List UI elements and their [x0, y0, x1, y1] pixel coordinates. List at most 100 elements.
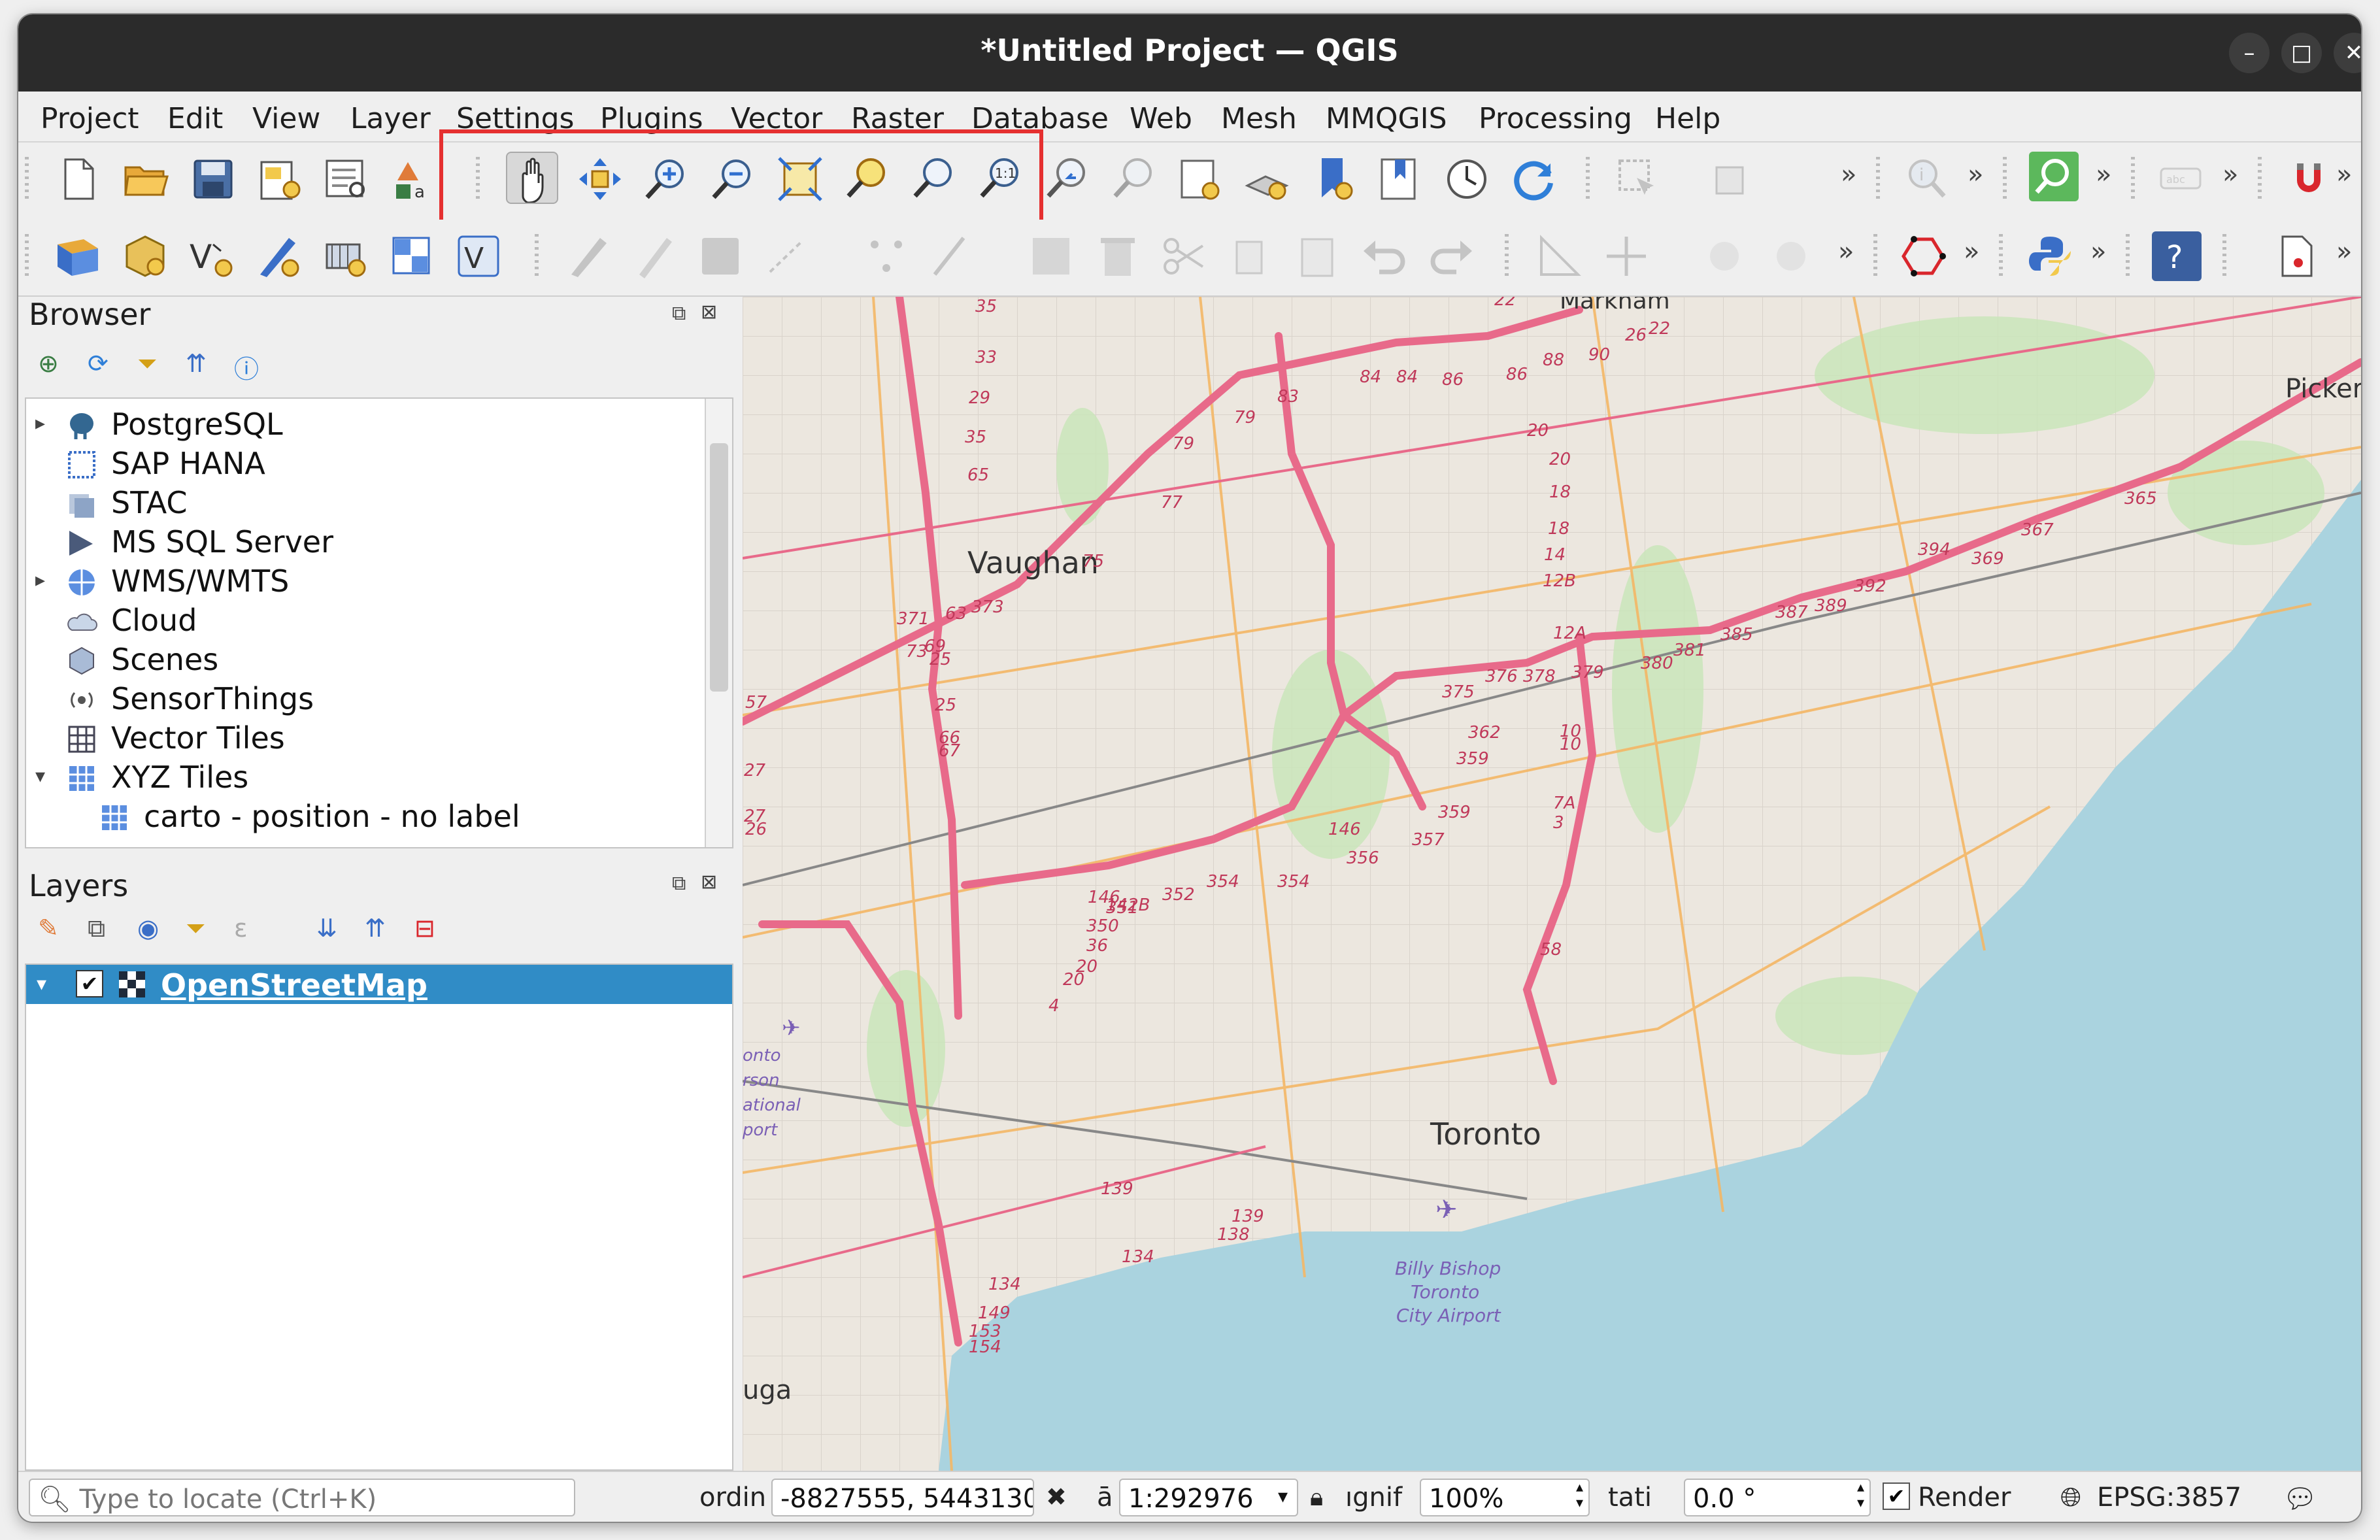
advanced-digitizing-icon[interactable]	[1535, 231, 1584, 281]
open-layer-styling-icon[interactable]: ✎	[38, 914, 59, 943]
toolbar-overflow-chevron-icon[interactable]: »	[2222, 159, 2238, 190]
new-temporary-scratch-layer-icon[interactable]	[254, 231, 303, 281]
menu-view[interactable]: View	[252, 102, 320, 135]
new-virtual-layer-icon[interactable]	[320, 231, 370, 281]
locator-search-input[interactable]: 🔍︎ Type to locate (Ctrl+K)	[29, 1479, 575, 1516]
polygon-shape-tool-icon[interactable]	[1898, 231, 1948, 281]
toolbar-grip[interactable]	[25, 157, 29, 203]
crs-label[interactable]: EPSG:3857	[2097, 1482, 2241, 1513]
toolbar-grip[interactable]	[1999, 234, 2003, 280]
toolbar-grip[interactable]	[25, 234, 29, 280]
modify-attributes-icon[interactable]	[928, 231, 978, 281]
collapse-all-icon[interactable]: ⇈	[365, 914, 386, 943]
deselect-features-icon[interactable]	[1710, 154, 1760, 204]
toolbar-grip[interactable]	[1505, 234, 1509, 280]
new-geopackage-layer-icon[interactable]	[120, 231, 170, 281]
tree-item-postgresql[interactable]: ▸ PostgreSQL	[26, 407, 699, 444]
tree-item-ms-sql-server[interactable]: MS SQL Server	[26, 524, 699, 562]
identify-features-icon[interactable]: i	[1901, 154, 1951, 204]
style-manager-icon[interactable]: a	[388, 154, 438, 204]
simplify-feature-icon[interactable]	[1766, 231, 1816, 281]
zoom-last-icon[interactable]	[1042, 154, 1092, 204]
temporal-controller-icon[interactable]	[1442, 154, 1492, 204]
tree-item-xyz-tiles[interactable]: ▾ XYZ Tiles	[26, 760, 699, 797]
panel-float-icon[interactable]: ⧉	[672, 872, 686, 895]
info-icon[interactable]: ⓘ	[234, 349, 259, 385]
tree-item-carto-position[interactable]: carto - position - no label	[59, 799, 699, 837]
toolbar-grip[interactable]	[1873, 234, 1877, 280]
tree-item-vector-tiles[interactable]: Vector Tiles	[26, 720, 699, 758]
chevron-down-icon[interactable]: ▾	[1278, 1485, 1288, 1508]
tree-item-stac[interactable]: STAC	[26, 485, 699, 523]
redo-icon[interactable]	[1426, 231, 1476, 281]
layer-visibility-checkbox[interactable]: ✔	[76, 970, 103, 997]
scrollbar-thumb[interactable]	[710, 443, 728, 692]
menu-mesh[interactable]: Mesh	[1221, 102, 1297, 135]
new-virtual-vector-layer-icon[interactable]: V	[454, 231, 503, 281]
toolbar-overflow-chevron-icon[interactable]: »	[2336, 159, 2352, 190]
collapse-arrow-icon[interactable]: ▾	[37, 973, 46, 996]
add-group-icon[interactable]: ⧉	[88, 914, 105, 943]
move-feature-icon[interactable]	[1601, 231, 1651, 281]
new-bookmark-icon[interactable]	[1309, 154, 1358, 204]
lock-scale-icon[interactable]: 🔒︎	[1310, 1482, 1323, 1512]
show-bookmarks-icon[interactable]	[1375, 154, 1425, 204]
minimize-button[interactable]: –	[2229, 33, 2270, 73]
zoom-next-icon[interactable]	[1109, 154, 1158, 204]
toolbar-overflow-chevron-icon[interactable]: »	[1968, 159, 1983, 190]
coordinate-field[interactable]: -8827555, 5443130	[771, 1479, 1034, 1516]
tree-item-scenes[interactable]: Scenes	[26, 642, 699, 680]
filter-browser-icon[interactable]: ⏷	[137, 349, 157, 378]
save-project-icon[interactable]	[188, 154, 238, 204]
render-checkbox[interactable]: ✔	[1883, 1482, 1910, 1510]
paste-features-icon[interactable]	[1293, 231, 1343, 281]
vertex-tool-icon[interactable]	[862, 231, 911, 281]
tree-item-wms-wmts[interactable]: ▸ WMS/WMTS	[26, 563, 699, 601]
menu-processing[interactable]: Processing	[1479, 102, 1632, 135]
map-canvas[interactable]: ✈ ✈ Vaughan Toronto Pickeri Markham Bill…	[743, 297, 2361, 1471]
menu-layer[interactable]: Layer	[350, 102, 431, 135]
toolbar-overflow-chevron-icon[interactable]: »	[1841, 159, 1856, 190]
new-3d-map-view-icon[interactable]	[1242, 154, 1292, 204]
select-features-icon[interactable]	[1613, 154, 1663, 204]
toolbar-overflow-chevron-icon[interactable]: »	[2090, 237, 2106, 267]
panel-close-icon[interactable]: ⊠	[701, 301, 717, 324]
toolbar-grip[interactable]	[1586, 157, 1590, 203]
delete-selected-icon[interactable]	[1093, 231, 1143, 281]
spin-arrows-icon[interactable]: ▴ ▾	[1576, 1480, 1583, 1511]
toolbar-grip[interactable]	[2131, 157, 2135, 203]
toolbar-grip[interactable]	[535, 234, 539, 280]
menu-web[interactable]: Web	[1130, 102, 1192, 135]
cut-features-scissors-icon[interactable]	[1160, 231, 1209, 281]
toolbar-grip[interactable]	[2222, 234, 2226, 280]
toolbar-grip[interactable]	[2126, 234, 2130, 280]
help-question-icon[interactable]: ?	[2152, 231, 2202, 281]
refresh-icon[interactable]	[1509, 154, 1558, 204]
maximize-button[interactable]: □	[2281, 33, 2322, 73]
filter-legend-icon[interactable]: ⏷	[186, 914, 205, 943]
label-tool-icon[interactable]: abc	[2156, 154, 2205, 204]
spin-arrows-icon[interactable]: ▴ ▾	[1857, 1480, 1864, 1511]
rotate-feature-icon[interactable]	[1700, 231, 1749, 281]
digitize-line-icon[interactable]	[763, 231, 813, 281]
coordinate-toggle-icon[interactable]: ✖	[1046, 1482, 1067, 1511]
save-edits-icon[interactable]	[696, 231, 745, 281]
menu-help[interactable]: Help	[1655, 102, 1720, 135]
panel-float-icon[interactable]: ⧉	[672, 302, 686, 325]
messages-chat-icon[interactable]: 💬︎	[2283, 1482, 2317, 1515]
menu-edit[interactable]: Edit	[167, 102, 223, 135]
python-console-icon[interactable]	[2025, 231, 2075, 281]
add-selected-layers-icon[interactable]: ⊕	[38, 349, 59, 378]
tree-item-sap-hana[interactable]: SAP HANA	[26, 446, 699, 484]
new-map-view-icon[interactable]	[1175, 154, 1225, 204]
toolbar-overflow-chevron-icon[interactable]: »	[1964, 237, 1979, 267]
undo-icon[interactable]	[1360, 231, 1409, 281]
layer-row-openstreetmap[interactable]: ▾ ✔ OpenStreetMap	[26, 965, 732, 1004]
panel-close-icon[interactable]: ⊠	[701, 871, 717, 894]
menu-mmqgis[interactable]: MMQGIS	[1326, 102, 1447, 135]
new-project-icon[interactable]	[54, 154, 103, 204]
menu-project[interactable]: Project	[41, 102, 139, 135]
collapse-all-icon[interactable]: ⇈	[186, 349, 207, 378]
scale-combobox[interactable]: 1:292976 ▾	[1119, 1479, 1298, 1516]
expand-all-icon[interactable]: ⇊	[316, 914, 337, 943]
